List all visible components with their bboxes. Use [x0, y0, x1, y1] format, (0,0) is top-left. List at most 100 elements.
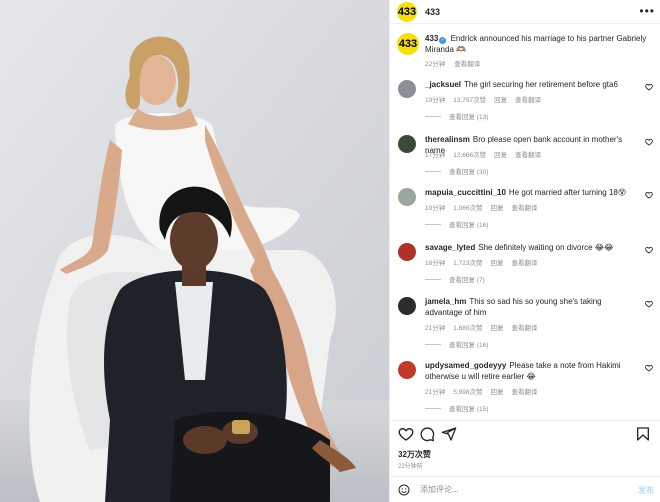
reply-button[interactable]: 回复	[494, 97, 507, 104]
comment-item: jamela_hm This so sad his so young she's …	[397, 297, 655, 357]
replies-divider	[425, 343, 441, 345]
reply-button[interactable]: 回复	[491, 205, 504, 212]
instagram-post-modal: 433 433 ••• 433 433 ✓ Endrick announced h…	[0, 0, 660, 502]
replies-divider	[425, 278, 441, 280]
comment-body: She definitely waiting on divorce 😂😂	[478, 243, 614, 252]
comments-list[interactable]: 433 433 ✓ Endrick announced his marriage …	[390, 25, 660, 420]
comment-input[interactable]	[420, 485, 620, 494]
view-replies-text: 查看回复 (16)	[449, 342, 489, 349]
comment-time: 21分钟	[425, 389, 446, 396]
commenter-username[interactable]: mapuia_cuccittini_10	[425, 188, 506, 197]
post-comment-button[interactable]: 发布	[638, 485, 654, 496]
comment-text: savage_lyted She definitely waiting on di…	[425, 243, 635, 254]
caption-text: 433 ✓ Endrick announced his marriage to h…	[425, 33, 653, 55]
comment-icon[interactable]	[419, 426, 435, 442]
translate-link[interactable]: 查看翻译	[512, 389, 538, 396]
comment-item: updysamed_godeyyy Please take a note from…	[397, 361, 655, 420]
commenter-avatar[interactable]	[398, 188, 416, 206]
caption-translate-link[interactable]: 查看翻译	[454, 61, 480, 68]
commenter-avatar[interactable]	[398, 80, 416, 98]
avatar-text: 433	[398, 38, 418, 50]
commenter-username[interactable]: updysamed_godeyyy	[425, 361, 506, 370]
post-side-panel: 433 433 ••• 433 433 ✓ Endrick announced h…	[389, 0, 660, 502]
comment-likes[interactable]: 5,998次赞	[453, 389, 482, 396]
translate-link[interactable]: 查看翻译	[515, 97, 541, 104]
comment-like-heart-icon[interactable]	[645, 246, 653, 254]
comment-likes[interactable]: 1,066次赞	[453, 205, 482, 212]
reply-button[interactable]: 回复	[491, 260, 504, 267]
caption-meta: 22分钟 查看翻译	[425, 58, 480, 68]
view-replies-link[interactable]: 查看回复 (16)	[425, 339, 488, 349]
comment-time: 19分钟	[425, 205, 446, 212]
view-replies-text: 查看回复 (16)	[449, 222, 489, 229]
comment-like-heart-icon[interactable]	[645, 83, 653, 91]
heart-icon[interactable]	[398, 426, 414, 442]
comment-meta: 19分钟 1,066次赞 回复 查看翻译	[425, 202, 546, 212]
commenter-username[interactable]: savage_lyted	[425, 243, 475, 252]
replies-divider	[425, 115, 441, 117]
caption-emoji: 🫶🏽	[456, 45, 467, 54]
translate-link[interactable]: 查看翻译	[512, 325, 538, 332]
smiley-icon[interactable]	[398, 484, 410, 496]
likes-count[interactable]: 32万次赞	[398, 449, 431, 460]
replies-divider	[425, 223, 441, 225]
account-avatar[interactable]: 433	[397, 1, 417, 22]
comment-item: _jacksuel The girl securing her retiremen…	[397, 80, 655, 140]
view-replies-link[interactable]: 查看回复 (15)	[425, 403, 488, 413]
commenter-avatar[interactable]	[398, 243, 416, 261]
view-replies-link[interactable]: 查看回复 (16)	[425, 219, 488, 229]
comment-meta: 21分钟 5,998次赞 回复 查看翻译	[425, 386, 546, 396]
comment-body: The girl securing her retirement before …	[464, 80, 618, 89]
comment-time: 18分钟	[425, 260, 446, 267]
commenter-avatar[interactable]	[398, 361, 416, 379]
comment-meta: 19分钟 13,797次赞 回复 查看翻译	[425, 94, 549, 104]
comment-meta: 18分钟 1,723次赞 回复 查看翻译	[425, 257, 546, 267]
translate-link[interactable]: 查看翻译	[515, 152, 541, 159]
comment-likes[interactable]: 1,680次赞	[453, 325, 482, 332]
couple-photo-illustration	[0, 0, 389, 502]
comment-text: mapuia_cuccittini_10 He got married after…	[425, 188, 635, 199]
comment-likes[interactable]: 1,723次赞	[453, 260, 482, 267]
commenter-avatar[interactable]	[398, 135, 416, 153]
more-horizontal-icon[interactable]: •••	[639, 4, 655, 18]
avatar-text: 433	[397, 5, 417, 18]
reply-button[interactable]: 回复	[491, 389, 504, 396]
comment-item: mapuia_cuccittini_10 He got married after…	[397, 188, 655, 248]
comment-like-heart-icon[interactable]	[645, 138, 653, 146]
post-time: 22分钟前	[398, 464, 423, 470]
view-replies-text: 查看回复 (15)	[449, 406, 489, 413]
translate-link[interactable]: 查看翻译	[512, 260, 538, 267]
bookmark-icon[interactable]	[635, 426, 651, 442]
view-replies-link[interactable]: 查看回复 (13)	[425, 111, 488, 121]
caption-avatar[interactable]: 433	[397, 33, 419, 55]
comment-text: jamela_hm This so sad his so young she's …	[425, 297, 635, 318]
commenter-username[interactable]: therealinsm	[425, 135, 470, 144]
commenter-username[interactable]: _jacksuel	[425, 80, 461, 89]
reply-button[interactable]: 回复	[494, 152, 507, 159]
account-name[interactable]: 433	[425, 7, 440, 17]
translate-link[interactable]: 查看翻译	[512, 205, 538, 212]
comment-like-heart-icon[interactable]	[645, 364, 653, 372]
reply-button[interactable]: 回复	[491, 325, 504, 332]
share-icon[interactable]	[441, 426, 457, 442]
commenter-username[interactable]: jamela_hm	[425, 297, 466, 306]
comment-text: updysamed_godeyyy Please take a note from…	[425, 361, 635, 382]
comment-item: therealinsm Bro please open bank account …	[397, 135, 655, 195]
comment-like-heart-icon[interactable]	[645, 300, 653, 308]
comment-time: 19分钟	[425, 97, 446, 104]
view-replies-link[interactable]: 查看回复 (30)	[425, 166, 488, 176]
commenter-avatar[interactable]	[398, 297, 416, 315]
replies-divider	[425, 407, 441, 409]
comment-like-heart-icon[interactable]	[645, 191, 653, 199]
comment-time: 17分钟	[425, 152, 446, 159]
comment-meta: 21分钟 1,680次赞 回复 查看翻译	[425, 322, 546, 332]
verified-badge-icon: ✓	[439, 37, 447, 44]
view-replies-link[interactable]: 查看回复 (7)	[425, 274, 485, 284]
comment-likes[interactable]: 12,666次赞	[453, 152, 486, 159]
view-replies-text: 查看回复 (7)	[449, 277, 485, 284]
caption-username[interactable]: 433	[425, 34, 438, 43]
comment-box: 发布	[390, 476, 660, 502]
post-photo[interactable]	[0, 0, 389, 502]
comment-body: He got married after turning 18😵	[508, 188, 627, 197]
comment-likes[interactable]: 13,797次赞	[453, 97, 486, 104]
